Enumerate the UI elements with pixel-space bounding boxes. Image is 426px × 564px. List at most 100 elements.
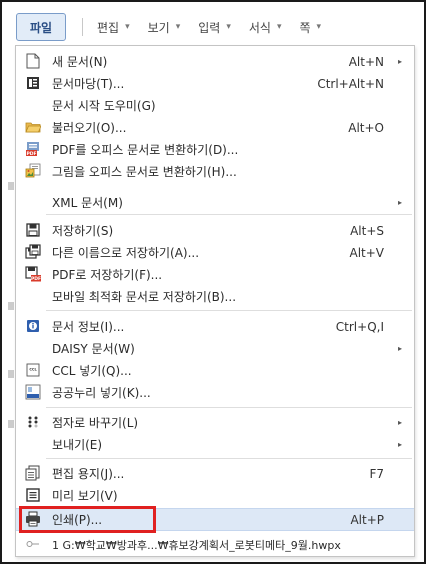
menu-item-label: XML 문서(M) — [52, 196, 123, 210]
menu-divider — [46, 407, 412, 408]
menu-item-save-pdf[interactable]: PDF PDF로 저장하기(F)... — [16, 264, 414, 285]
menu-item-save-as[interactable]: 다른 이름으로 저장하기(A)... Alt+V — [16, 242, 414, 263]
file-menu-button[interactable]: 파일 — [16, 13, 66, 41]
chevron-down-icon: ▾ — [125, 22, 130, 32]
menu-insert-label: 입력 — [198, 20, 221, 35]
menu-item-pdf-convert[interactable]: PDF PDF를 오피스 문서로 변환하기(D)... — [16, 139, 414, 160]
chevron-down-icon: ▾ — [316, 22, 322, 32]
menu-divider — [46, 458, 412, 459]
menu-item-doc-info[interactable]: 문서 정보(I)... Ctrl+Q,I — [16, 316, 414, 337]
chevron-down-icon: ▾ — [226, 22, 231, 32]
menu-item-send[interactable]: 보내기(E) ▸ — [16, 434, 414, 455]
menu-item-daisy-document[interactable]: DAISY 문서(W) ▸ — [16, 338, 414, 359]
kogl-icon — [25, 384, 41, 400]
chevron-down-icon: ▾ — [175, 22, 181, 32]
menu-item-doc-template[interactable]: 문서마당(T)... Ctrl+Alt+N — [16, 73, 414, 94]
submenu-arrow-icon: ▸ — [397, 198, 402, 207]
background-edge — [8, 182, 14, 190]
menu-bar: 파일 편집 ▾ 보기 ▾ 입력 ▾ 서식 ▾ 쪽 ▾ — [8, 10, 422, 44]
menu-item-label: 불러오기(O)... — [52, 121, 127, 135]
menu-item-label: 모바일 최적화 문서로 저장하기(B)... — [52, 290, 237, 304]
template-icon — [25, 75, 41, 91]
menu-item-shortcut: Alt+S — [350, 223, 384, 238]
menu-item-label: 편집 용지(J)... — [52, 467, 125, 481]
menu-item-label: 미리 보기(V) — [52, 489, 118, 503]
pdf-convert-icon: PDF — [25, 141, 41, 157]
menu-item-ccl-insert[interactable]: CCL CCL 넣기(Q)... — [16, 360, 414, 381]
background-edge — [8, 370, 14, 378]
menu-separator — [82, 18, 83, 36]
menu-view-label: 보기 — [147, 20, 170, 35]
menu-edit[interactable]: 편집 ▾ — [97, 19, 130, 36]
chevron-down-icon: ▾ — [276, 22, 282, 32]
save-icon — [25, 222, 41, 238]
menu-item-label: 그림을 오피스 문서로 변환하기(H)... — [52, 165, 237, 179]
submenu-arrow-icon: ▸ — [397, 418, 402, 427]
menu-item-open[interactable]: 불러오기(O)... Alt+O — [16, 117, 414, 138]
submenu-arrow-icon: ▸ — [397, 440, 402, 449]
menu-divider — [46, 310, 412, 311]
menu-item-braille[interactable]: 점자로 바꾸기(L) ▸ — [16, 412, 414, 433]
menu-item-new-document[interactable]: 새 문서(N) Alt+N ▸ — [16, 51, 414, 72]
menu-item-label: 점자로 바꾸기(L) — [52, 416, 139, 430]
menu-item-page-setup[interactable]: 편집 용지(J)... F7 — [16, 463, 414, 484]
svg-text:CCL: CCL — [29, 368, 37, 372]
menu-item-label: 다른 이름으로 저장하기(A)... — [52, 246, 200, 260]
folder-icon — [25, 119, 41, 135]
menu-item-image-convert[interactable]: 그림을 오피스 문서로 변환하기(H)... — [16, 161, 414, 182]
menu-item-label: 저장하기(S) — [52, 224, 114, 238]
menu-item-label: PDF를 오피스 문서로 변환하기(D)... — [52, 143, 239, 157]
new-doc-icon — [25, 53, 41, 69]
menu-item-label: 문서 정보(I)... — [52, 320, 125, 334]
preview-icon — [25, 487, 41, 503]
pin-icon[interactable] — [25, 536, 41, 552]
menu-item-recent-file[interactable]: 1 G:₩학교₩방과후...₩휴보강계획서_로봇티메타_9월.hwpx — [16, 534, 414, 555]
menu-format[interactable]: 서식 ▾ — [249, 19, 282, 36]
menu-item-label: DAISY 문서(W) — [52, 342, 135, 356]
background-edge — [8, 302, 14, 310]
menu-item-shortcut: Ctrl+Q,I — [335, 319, 384, 334]
save-as-icon — [25, 244, 41, 260]
image-convert-icon — [25, 163, 41, 179]
menu-item-label: 공공누리 넣기(K)... — [52, 386, 151, 400]
menu-page[interactable]: 쪽 ▾ — [300, 19, 322, 36]
menu-insert[interactable]: 입력 ▾ — [198, 19, 231, 36]
menu-item-shortcut: Alt+N — [348, 54, 384, 69]
menu-item-label: 보내기(E) — [52, 438, 103, 452]
menu-item-label: PDF로 저장하기(F)... — [52, 268, 163, 282]
menu-divider — [46, 214, 412, 215]
menu-item-shortcut: Ctrl+Alt+N — [317, 76, 384, 91]
submenu-arrow-icon: ▸ — [397, 57, 402, 66]
window-frame: 파일 편집 ▾ 보기 ▾ 입력 ▾ 서식 ▾ 쪽 ▾ 새 문서(N) Alt+N ▸ 문서… — [0, 0, 426, 564]
menu-item-kogl-insert[interactable]: 공공누리 넣기(K)... — [16, 382, 414, 403]
menu-item-shortcut: Alt+O — [348, 120, 384, 135]
page-setup-icon — [25, 465, 41, 481]
menu-item-doc-start-help[interactable]: 문서 시작 도우미(G) — [16, 95, 414, 116]
menu-item-label: 1 G:₩학교₩방과후...₩휴보강계획서_로봇티메타_9월.hwpx — [52, 538, 341, 552]
menu-item-shortcut: Alt+V — [349, 245, 384, 260]
ccl-icon: CCL — [25, 362, 41, 378]
menu-edit-label: 편집 — [97, 20, 120, 35]
menu-item-label: 새 문서(N) — [52, 55, 108, 69]
menu-page-label: 쪽 — [299, 20, 311, 35]
menu-item-shortcut: Alt+P — [350, 512, 384, 527]
background-edge — [8, 420, 14, 428]
menu-item-save[interactable]: 저장하기(S) Alt+S — [16, 220, 414, 241]
menu-view[interactable]: 보기 ▾ — [148, 19, 181, 36]
menu-item-label: 문서 시작 도우미(G) — [52, 99, 156, 113]
svg-text:PDF: PDF — [26, 151, 36, 157]
menu-format-label: 서식 — [248, 20, 271, 35]
menu-item-preview[interactable]: 미리 보기(V) — [16, 485, 414, 506]
svg-text:PDF: PDF — [31, 276, 41, 282]
submenu-arrow-icon: ▸ — [397, 344, 402, 353]
menu-item-xml-document[interactable]: XML 문서(M) ▸ — [16, 192, 414, 213]
file-menu-dropdown: 새 문서(N) Alt+N ▸ 문서마당(T)... Ctrl+Alt+N 문서… — [15, 45, 415, 557]
annotation-highlight-box — [19, 506, 156, 533]
braille-icon — [25, 414, 41, 430]
info-icon — [25, 318, 41, 334]
menu-item-label: 문서마당(T)... — [52, 77, 125, 91]
save-pdf-icon: PDF — [25, 266, 41, 282]
menu-item-label: CCL 넣기(Q)... — [52, 364, 132, 378]
menu-item-shortcut: F7 — [369, 466, 384, 481]
menu-item-save-mobile[interactable]: 모바일 최적화 문서로 저장하기(B)... — [16, 286, 414, 307]
